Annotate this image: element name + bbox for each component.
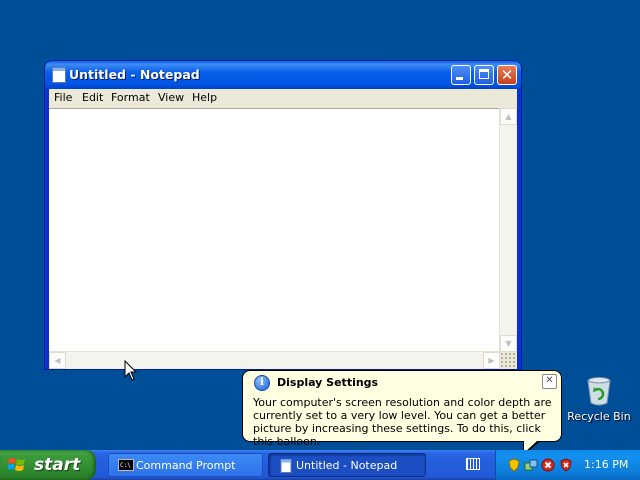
menu-bar: File Edit Format View Help bbox=[49, 89, 517, 108]
menu-file[interactable]: File bbox=[54, 91, 72, 104]
title-bar[interactable]: Untitled - Notepad ✕ bbox=[45, 61, 521, 89]
menu-view[interactable]: View bbox=[158, 91, 184, 104]
menu-help[interactable]: Help bbox=[192, 91, 217, 104]
error-icon[interactable] bbox=[541, 457, 555, 472]
minimize-icon bbox=[456, 77, 463, 80]
text-area[interactable] bbox=[49, 108, 517, 369]
notepad-window[interactable]: Untitled - Notepad ✕ File Edit Format Vi… bbox=[45, 61, 521, 369]
system-tray: 1:16 PM bbox=[495, 450, 640, 480]
taskbar-item-command-prompt[interactable]: C:\ Command Prompt bbox=[108, 453, 263, 477]
task-label: Untitled - Notepad bbox=[296, 459, 398, 472]
shield-icon[interactable] bbox=[507, 457, 521, 472]
scroll-up-icon[interactable]: ▲ bbox=[500, 108, 517, 125]
notepad-icon bbox=[52, 67, 66, 83]
start-button[interactable]: start bbox=[0, 450, 96, 480]
notepad-icon bbox=[278, 459, 294, 473]
scroll-right-icon[interactable]: ▶ bbox=[483, 352, 500, 369]
command-prompt-icon: C:\ bbox=[118, 459, 134, 471]
clock[interactable]: 1:16 PM bbox=[584, 458, 628, 471]
scroll-left-icon[interactable]: ◀ bbox=[49, 352, 66, 369]
vertical-scrollbar[interactable]: ▲ ▼ bbox=[499, 108, 517, 352]
svg-text:C:\: C:\ bbox=[120, 462, 131, 469]
notification-balloon[interactable]: i Display Settings ✕ Your computer's scr… bbox=[242, 370, 562, 456]
menu-edit[interactable]: Edit bbox=[82, 91, 103, 104]
taskbar: start C:\ Command Prompt Untitled - Note… bbox=[0, 450, 640, 480]
horizontal-scrollbar[interactable]: ◀ ▶ bbox=[49, 351, 500, 369]
windows-logo-icon bbox=[7, 457, 26, 473]
recycle-bin[interactable]: Recycle Bin bbox=[566, 376, 632, 423]
close-icon: ✕ bbox=[500, 66, 514, 84]
keyboard-icon[interactable] bbox=[466, 458, 480, 470]
maximize-button[interactable] bbox=[474, 65, 494, 85]
security-alert-icon[interactable] bbox=[559, 457, 573, 472]
close-button[interactable]: ✕ bbox=[497, 65, 517, 85]
scroll-down-icon[interactable]: ▼ bbox=[500, 335, 517, 352]
start-label: start bbox=[34, 455, 81, 475]
recycle-bin-icon bbox=[586, 376, 612, 406]
balloon-title: Display Settings bbox=[277, 376, 379, 389]
minimize-button[interactable] bbox=[451, 65, 471, 85]
taskbar-item-notepad[interactable]: Untitled - Notepad bbox=[268, 453, 426, 477]
task-label: Command Prompt bbox=[136, 459, 236, 472]
maximize-icon bbox=[479, 69, 489, 79]
recycle-bin-label: Recycle Bin bbox=[567, 410, 631, 423]
network-icon[interactable] bbox=[524, 457, 538, 471]
balloon-message[interactable]: Your computer's screen resolution and co… bbox=[253, 396, 555, 448]
balloon-close-button[interactable]: ✕ bbox=[542, 374, 557, 389]
resize-grip[interactable] bbox=[500, 352, 517, 369]
info-icon: i bbox=[254, 375, 270, 391]
mouse-cursor-icon bbox=[124, 359, 138, 382]
window-title: Untitled - Notepad bbox=[69, 67, 200, 82]
menu-format[interactable]: Format bbox=[111, 91, 150, 104]
